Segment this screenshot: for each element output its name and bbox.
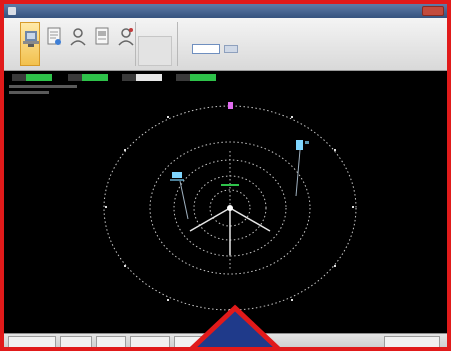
app-icon <box>8 7 16 15</box>
annotation-triangle <box>189 304 281 347</box>
beam-line-west <box>189 207 231 232</box>
ribbon-separator <box>177 22 178 66</box>
ribbon-tool-person-a[interactable] <box>68 22 88 66</box>
close-button[interactable] <box>422 6 444 16</box>
status-cell <box>130 336 170 347</box>
status-cell <box>60 336 92 347</box>
beam-line-east <box>229 207 271 232</box>
settings-dropdown[interactable] <box>192 44 220 54</box>
target-track-west-tail <box>170 179 184 181</box>
user-icon <box>118 28 134 46</box>
own-ship-readout <box>221 184 239 186</box>
ribbon-separator <box>135 22 136 66</box>
target-track-west <box>172 172 182 178</box>
status-cell <box>8 336 56 347</box>
settings-apply-button[interactable] <box>224 45 238 53</box>
ribbon-blank-panel <box>138 36 172 66</box>
target-track-east-leader <box>295 149 301 197</box>
radar-scope[interactable] <box>4 71 447 333</box>
status-cell <box>96 336 126 347</box>
radar-display[interactable] <box>4 71 447 333</box>
target-track-east-tag <box>305 141 309 144</box>
document-icon <box>95 27 109 45</box>
ribbon-tool-document-a[interactable] <box>44 22 64 66</box>
status-cell <box>384 336 440 347</box>
window-titlebar[interactable] <box>4 4 447 18</box>
user-icon <box>70 28 86 46</box>
document-icon <box>47 27 61 45</box>
scope-centre <box>227 205 233 211</box>
target-track-east <box>296 140 303 150</box>
screenshot-frame <box>0 0 451 351</box>
ribbon-tool-document-b[interactable] <box>92 22 112 66</box>
ribbon-tool-person-b[interactable] <box>116 22 136 66</box>
target-track-west-leader <box>179 180 189 220</box>
ribbon-toolbar <box>4 18 447 71</box>
north-marker <box>228 102 233 109</box>
ribbon-tool-radar[interactable] <box>20 22 40 66</box>
radar-dish-icon <box>23 31 39 47</box>
